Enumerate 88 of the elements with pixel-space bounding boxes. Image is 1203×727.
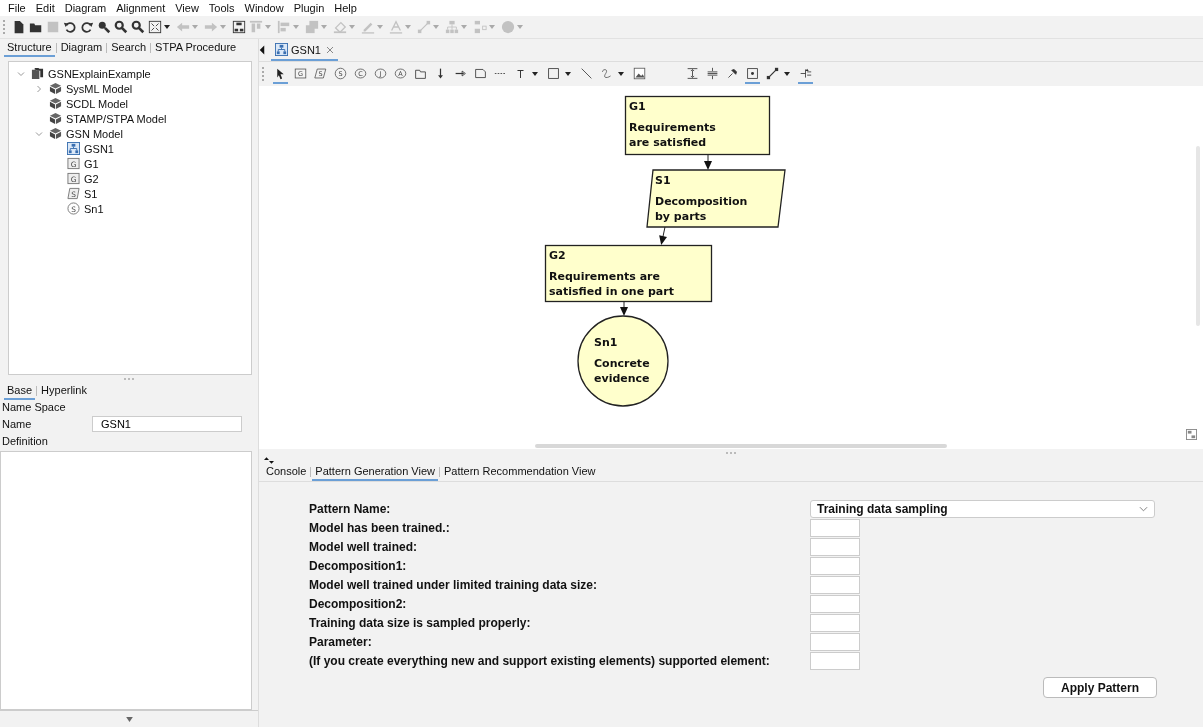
folder-icon (31, 67, 44, 80)
input-field[interactable] (810, 519, 860, 537)
menu-item[interactable]: View (171, 2, 205, 14)
input-field[interactable] (810, 633, 860, 651)
panel-tab[interactable]: Search (108, 39, 150, 57)
field-label: Model has been trained.: (309, 521, 451, 535)
panel-tab[interactable]: STPA Procedure (152, 39, 240, 57)
collapse-icon[interactable] (259, 45, 265, 55)
overview-icon[interactable] (1186, 429, 1197, 440)
property-tab[interactable]: Hyperlink (38, 382, 90, 400)
field-label: (If you create everything new and support existing elements) supported element: (309, 654, 771, 668)
solution-icon: S (67, 202, 80, 215)
menu-item[interactable]: Edit (31, 2, 61, 14)
field-label: Pattern Name: (309, 502, 392, 516)
field-label: Model well trained under limited training data size: (309, 578, 599, 592)
caret-icon[interactable] (565, 71, 571, 77)
panel-tab[interactable]: Structure (4, 39, 55, 57)
menu-item[interactable]: Alignment (112, 2, 172, 14)
cube-icon (49, 127, 62, 140)
chevron-icon[interactable] (35, 84, 43, 93)
field-label: Training data size is sampled properly: (309, 616, 532, 630)
goal-node: G2 Requirements are satisfied in one part (544, 244, 713, 303)
tree-item[interactable]: SCDL Model (66, 97, 128, 110)
chevron-icon[interactable] (35, 129, 43, 138)
menu-item[interactable]: Window (240, 2, 290, 14)
cube-icon (49, 112, 62, 125)
input-field[interactable] (810, 652, 860, 670)
tree-item[interactable]: STAMP/STPA Model (66, 112, 167, 125)
pattern-dropdown[interactable]: Training data sampling (810, 500, 1155, 518)
caret-icon[interactable] (164, 24, 170, 30)
view-tab[interactable]: Pattern Recommendation View (441, 463, 599, 481)
field-label: Decomposition1: (309, 559, 408, 573)
input-field[interactable] (810, 557, 860, 575)
new-file-icon[interactable] (12, 20, 26, 34)
input-field[interactable] (810, 576, 860, 594)
field-label: Parameter: (309, 635, 373, 649)
tree-item[interactable]: G1 (84, 157, 99, 170)
name-field[interactable]: GSN1 (92, 416, 242, 432)
field-label: Model well trained: (309, 540, 418, 554)
menu-item[interactable]: Help (330, 2, 363, 14)
goal-icon: G (67, 172, 80, 185)
field-label: Decomposition2: (309, 597, 408, 611)
chevron-icon[interactable] (17, 69, 25, 78)
solution-node: Sn1 Concrete evidence (577, 315, 669, 407)
input-field[interactable] (810, 614, 860, 632)
cube-icon (49, 97, 62, 110)
tree-item[interactable]: S1 (84, 187, 98, 200)
tree-item[interactable]: GSN1 (84, 142, 114, 155)
text-tool-icon[interactable]: T (513, 64, 528, 84)
caret-icon[interactable] (532, 71, 538, 77)
field-label: Name (2, 418, 33, 430)
fit-icon[interactable] (148, 20, 162, 34)
field-label: Name Space (2, 401, 66, 413)
view-tab[interactable]: Pattern Generation View (312, 463, 438, 481)
tree-item[interactable]: SysML Model (66, 82, 133, 95)
tree-item[interactable]: GSNExplainExample (48, 67, 151, 80)
goal-node: G1 Requirements are satisfied (624, 95, 771, 156)
apply-pattern-button[interactable]: Apply Pattern (1043, 677, 1157, 698)
zoom-icon[interactable] (97, 20, 111, 34)
menu-item[interactable]: Tools (204, 2, 241, 14)
layout-icon[interactable] (232, 20, 246, 34)
input-field[interactable] (810, 595, 860, 613)
field-label: Definition (2, 435, 48, 447)
close-icon[interactable] (325, 45, 334, 54)
maximize-icon[interactable] (264, 457, 274, 464)
strategy-node: S1 Decomposition by parts (646, 169, 786, 228)
undo-icon[interactable] (63, 20, 77, 34)
tree-item[interactable]: GSN Model (66, 127, 123, 140)
tree-item[interactable]: Sn1 (84, 202, 104, 215)
tree-item[interactable]: G2 (84, 172, 99, 185)
menu-item[interactable]: Diagram (60, 2, 113, 14)
strategy-icon: S (67, 187, 80, 200)
menu-item[interactable]: File (4, 2, 32, 14)
caret-icon[interactable] (784, 71, 790, 77)
diagram-icon (67, 142, 80, 155)
view-tab[interactable]: Console (263, 463, 310, 481)
redo-icon[interactable] (80, 20, 94, 34)
panel-tab[interactable]: Diagram (57, 39, 106, 57)
input-field[interactable] (810, 538, 860, 556)
goal-icon: G (67, 157, 80, 170)
diagram-icon (275, 43, 288, 56)
chevron-icon (1139, 506, 1148, 512)
cube-icon (49, 82, 62, 95)
zoom-out-icon[interactable] (131, 20, 145, 34)
menu-item[interactable]: Plugin (289, 2, 331, 14)
caret-icon[interactable] (618, 71, 624, 77)
zoom-in-icon[interactable] (114, 20, 128, 34)
definition-field[interactable] (0, 451, 252, 710)
